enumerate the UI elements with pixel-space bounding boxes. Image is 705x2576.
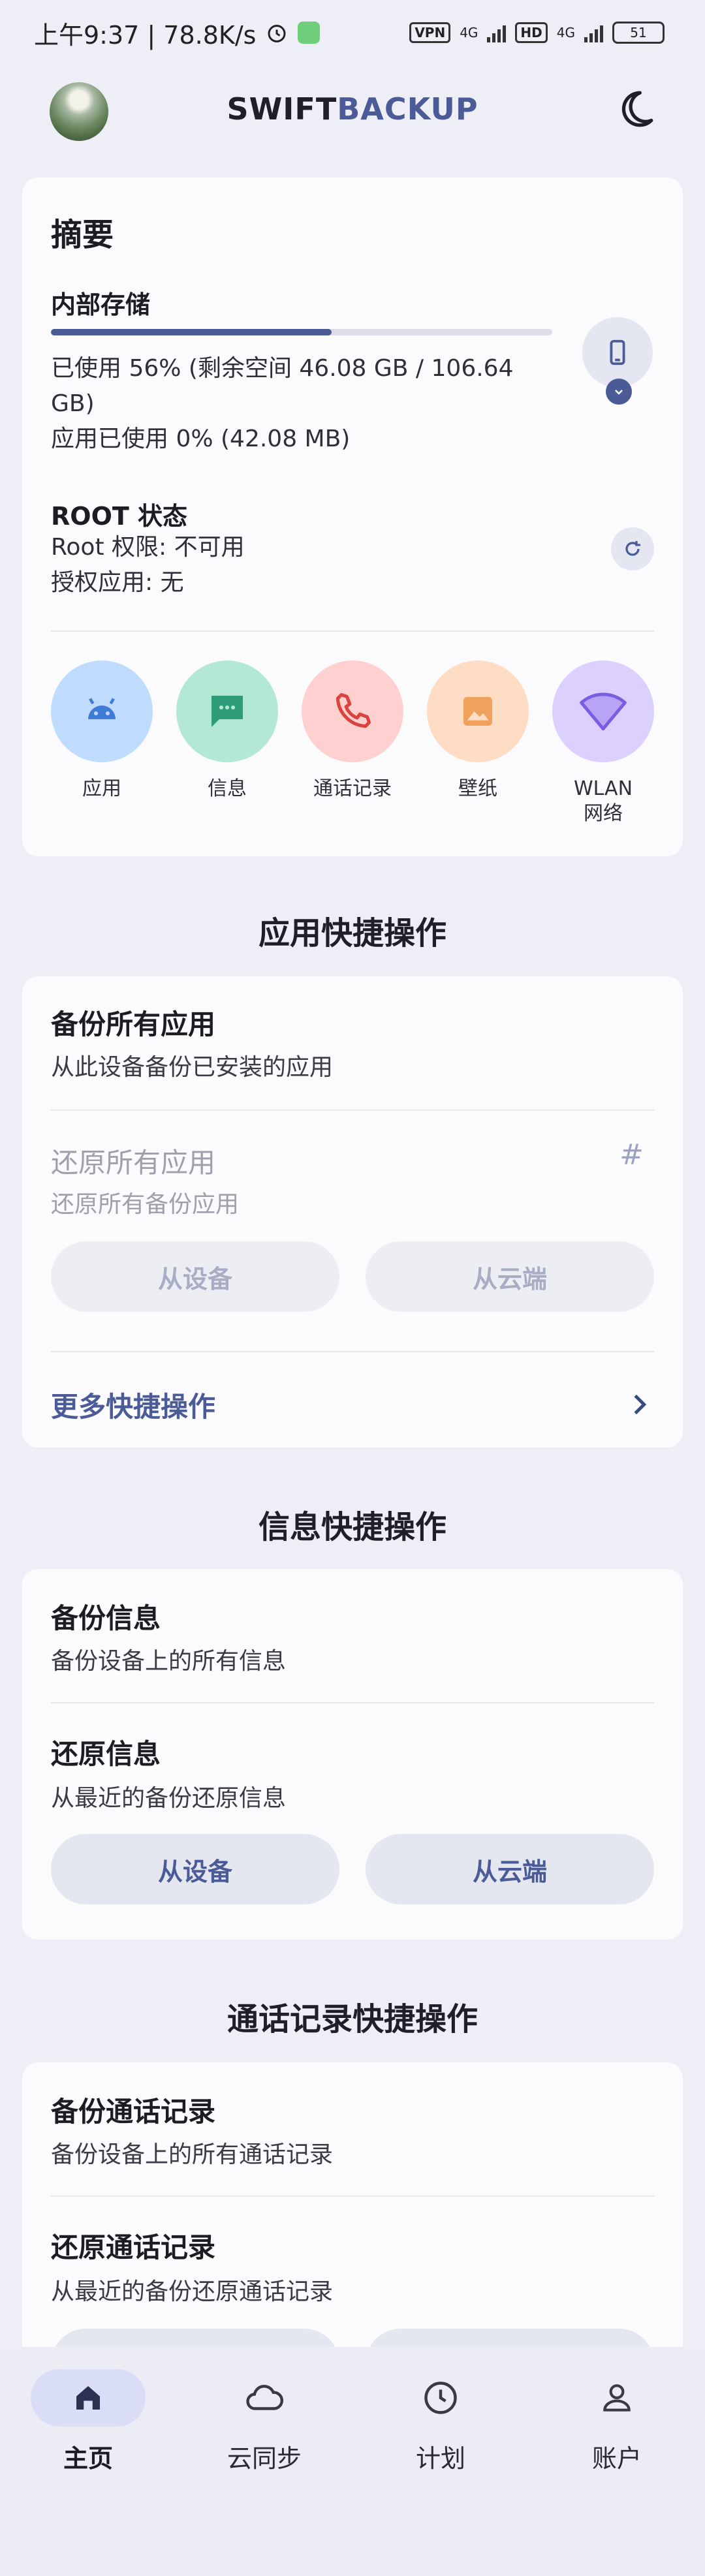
storage-progress-fill <box>51 329 332 335</box>
clock-icon <box>383 2369 498 2427</box>
storage-used-line1: 已使用 56% (剩余空间 46.08 GB / 106.64 <box>51 355 514 382</box>
restore-all-apps-subtitle: 还原所有备份应用 <box>51 1191 240 1218</box>
signal-icon <box>487 23 507 42</box>
more-actions-row[interactable]: 更多快捷操作 <box>51 1378 654 1431</box>
category-wallpaper[interactable]: 壁纸 <box>427 660 529 801</box>
category-call-logs[interactable]: 通话记录 <box>302 660 403 801</box>
app-title-part1: SWIFT <box>227 91 337 127</box>
category-label-wlan: WLAN <box>573 777 633 800</box>
restore-calls-title: 还原通话记录 <box>51 2231 216 2263</box>
backup-all-apps-subtitle: 从此设备备份已安装的应用 <box>51 1054 334 1081</box>
signal-icon-2 <box>584 23 603 42</box>
app-title: SWIFTBACKUP <box>0 91 705 127</box>
app-actions-divider-1 <box>51 1110 654 1111</box>
vpn-badge: VPN <box>409 22 451 43</box>
page: 上午9:37 | 78.8K/s VPN 4G HD 4G 51 SWIFTBA… <box>0 0 705 2576</box>
message-icon <box>176 660 278 762</box>
nav-schedule[interactable]: 计划 <box>352 2369 529 2474</box>
bottom-navigation: 主页 云同步 计划 账户 <box>0 2347 705 2576</box>
summary-title: 摘要 <box>51 217 114 253</box>
nav-label-account: 账户 <box>591 2444 642 2473</box>
status-time-speed: 上午9:37 | 78.8K/s <box>34 20 257 50</box>
android-icon <box>51 660 153 762</box>
messages-from-cloud-button[interactable]: 从云端 <box>366 1834 654 1904</box>
restore-from-device-button[interactable]: 从设备 <box>51 1241 339 1312</box>
backup-calls-title[interactable]: 备份通话记录 <box>51 2090 215 2130</box>
notification-app-icon <box>298 22 321 44</box>
nav-label-schedule: 计划 <box>415 2444 465 2473</box>
phone-icon <box>302 660 403 762</box>
restore-calls-subtitle: 从最近的备份还原通话记录 <box>51 2278 334 2305</box>
call-actions-divider <box>51 2196 654 2197</box>
storage-label: 内部存储 <box>51 290 151 319</box>
phone-device-icon <box>610 339 625 365</box>
category-label: 信息 <box>208 777 247 800</box>
restore-messages-title: 还原信息 <box>51 1738 161 1770</box>
nav-cloud-sync[interactable]: 云同步 <box>176 2369 352 2474</box>
authorized-apps-text: 授权应用: 无 <box>51 569 184 596</box>
root-status-label: ROOT 状态 <box>51 502 188 531</box>
network-type-1: 4G <box>460 25 478 40</box>
storage-progress-bar <box>51 329 552 335</box>
apps-used-text: 应用已使用 0% (42.08 MB) <box>51 426 351 452</box>
category-label: 壁纸 <box>458 777 497 800</box>
image-icon <box>427 660 529 762</box>
refresh-icon <box>625 541 640 556</box>
battery-icon: 51 <box>612 22 665 44</box>
category-label: 通话记录 <box>313 777 392 800</box>
restore-all-apps-title: 还原所有应用 <box>51 1147 216 1179</box>
alarm-icon <box>268 25 286 42</box>
top-app-bar: SWIFTBACKUP <box>0 72 705 144</box>
expand-storage-button[interactable] <box>606 379 632 405</box>
category-label: WLAN 网络 <box>552 777 654 826</box>
home-icon <box>31 2369 146 2427</box>
message-actions-divider <box>51 1702 654 1703</box>
backup-all-apps-title[interactable]: 备份所有应用 <box>51 1002 215 1042</box>
restore-messages-subtitle: 从最近的备份还原信息 <box>51 1785 287 1812</box>
summary-divider <box>51 630 654 632</box>
chevron-down-icon <box>615 390 623 395</box>
status-bar: 上午9:37 | 78.8K/s VPN 4G HD 4G 51 <box>0 0 705 65</box>
backup-messages-subtitle: 备份设备上的所有信息 <box>51 1648 287 1675</box>
app-actions-card: 备份所有应用 从此设备备份已安装的应用 还原所有应用 还原所有备份应用 # 从设… <box>22 976 683 1448</box>
nav-label-home: 主页 <box>63 2444 113 2473</box>
hd-badge: HD <box>515 22 548 43</box>
message-actions-title: 信息快捷操作 <box>258 1509 446 1545</box>
storage-used-line2: GB) <box>51 390 95 417</box>
app-actions-title: 应用快捷操作 <box>258 915 446 952</box>
cloud-icon <box>207 2369 322 2427</box>
backup-messages-title[interactable]: 备份信息 <box>51 1596 161 1636</box>
nav-account[interactable]: 账户 <box>529 2369 705 2474</box>
refresh-root-button[interactable] <box>611 527 654 570</box>
hash-icon[interactable]: # <box>619 1138 644 1172</box>
call-actions-card: 备份通话记录 备份设备上的所有通话记录 还原通话记录 从最近的备份还原通话记录 <box>22 2062 683 2399</box>
account-icon <box>559 2369 674 2427</box>
restore-from-cloud-button[interactable]: 从云端 <box>366 1241 654 1312</box>
more-actions-label: 更多快捷操作 <box>51 1390 216 1423</box>
nav-label-cloud-sync: 云同步 <box>227 2444 302 2473</box>
messages-from-device-button[interactable]: 从设备 <box>51 1834 339 1904</box>
root-permission-text: Root 权限: 不可用 <box>51 534 245 561</box>
category-apps[interactable]: 应用 <box>51 660 153 801</box>
call-actions-title: 通话记录快捷操作 <box>227 2001 478 2038</box>
category-messages[interactable]: 信息 <box>176 660 278 801</box>
app-actions-divider-2 <box>51 1351 654 1352</box>
device-storage-button[interactable] <box>582 317 653 388</box>
moon-icon[interactable] <box>612 86 658 132</box>
nav-home[interactable]: 主页 <box>0 2369 176 2474</box>
wifi-icon <box>552 660 654 762</box>
backup-calls-subtitle: 备份设备上的所有通话记录 <box>51 2141 334 2168</box>
category-label-network: 网络 <box>584 802 623 825</box>
network-type-2: 4G <box>556 25 575 40</box>
chevron-right-icon <box>634 1394 647 1415</box>
app-title-part2: BACKUP <box>337 91 478 127</box>
message-actions-card: 备份信息 备份设备上的所有信息 还原信息 从最近的备份还原信息 从设备 从云端 <box>22 1569 683 1940</box>
category-wlan[interactable]: WLAN 网络 <box>552 660 654 826</box>
summary-card: 摘要 内部存储 已使用 56% (剩余空间 46.08 GB / 106.64 … <box>22 178 683 856</box>
category-label: 应用 <box>82 777 121 800</box>
